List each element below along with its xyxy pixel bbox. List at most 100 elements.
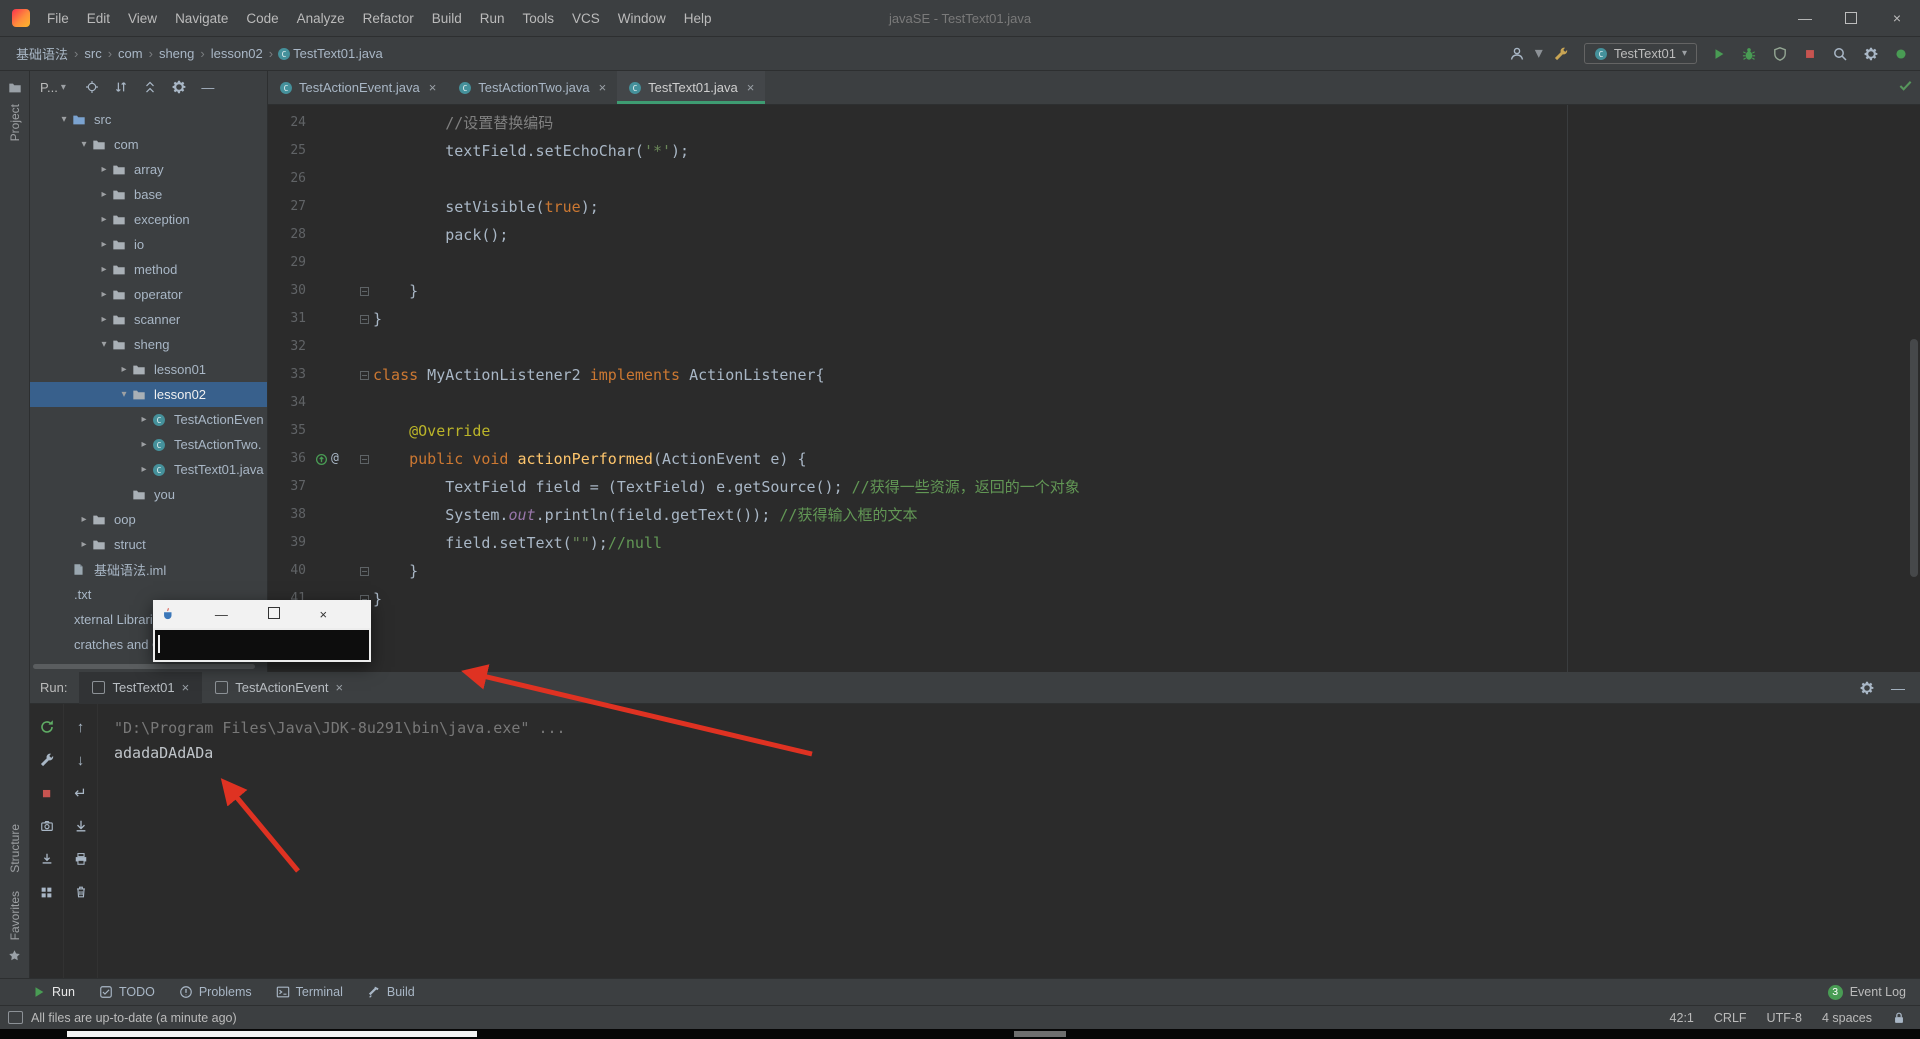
- toolwindow-tab-problems[interactable]: Problems: [179, 979, 252, 1005]
- awt-minimize-button[interactable]: —: [215, 607, 228, 622]
- tree-collapsed-icon[interactable]: ▸: [96, 289, 112, 300]
- minimize-button[interactable]: —: [1782, 0, 1828, 36]
- fold-marker-icon[interactable]: [359, 566, 369, 576]
- editor-tab-testactioneventjava[interactable]: C TestActionEvent.java ×: [268, 71, 447, 104]
- horizontal-scrollbar[interactable]: [33, 664, 255, 669]
- wrench-icon[interactable]: [1553, 46, 1569, 62]
- menu-item-help[interactable]: Help: [675, 11, 721, 26]
- breadcrumb-item-3[interactable]: sheng: [157, 46, 196, 61]
- editor[interactable]: 24 //设置替换编码 25 textField.setEchoChar('*')…: [268, 105, 1920, 672]
- tree-expanded-icon[interactable]: ▾: [56, 114, 72, 125]
- tree-collapsed-icon[interactable]: ▸: [136, 414, 152, 425]
- favorites-star-icon[interactable]: [8, 949, 21, 962]
- expand-collapse-icon[interactable]: [113, 79, 129, 95]
- search-everywhere-icon[interactable]: [1832, 46, 1848, 62]
- print-icon[interactable]: [70, 848, 92, 870]
- editor-line-34[interactable]: 34: [268, 389, 1920, 417]
- override-method-icon[interactable]: [315, 453, 328, 466]
- menu-item-code[interactable]: Code: [237, 11, 287, 26]
- tree-item-scanner[interactable]: ▸ scanner: [30, 307, 267, 332]
- breadcrumb-item-4[interactable]: lesson02: [209, 46, 265, 61]
- toolwindow-tab-todo[interactable]: TODO: [99, 979, 155, 1005]
- menu-item-window[interactable]: Window: [609, 11, 675, 26]
- menu-item-refactor[interactable]: Refactor: [354, 11, 423, 26]
- up-stacktrace-icon[interactable]: ↑: [70, 716, 92, 738]
- tree-item-struct[interactable]: ▸ struct: [30, 532, 267, 557]
- stop-icon[interactable]: ■: [36, 782, 58, 804]
- close-tab-icon[interactable]: ×: [747, 80, 755, 95]
- menu-item-vcs[interactable]: VCS: [563, 11, 609, 26]
- tree-item-oop[interactable]: ▸ oop: [30, 507, 267, 532]
- tree-item-exception[interactable]: ▸ exception: [30, 207, 267, 232]
- debug-button[interactable]: [1741, 46, 1757, 62]
- stop-button[interactable]: [1803, 47, 1817, 61]
- tree-item-you[interactable]: you: [30, 482, 267, 507]
- toolwindow-toggle-icon[interactable]: [8, 1011, 23, 1024]
- menu-item-analyze[interactable]: Analyze: [288, 11, 354, 26]
- editor-line-41[interactable]: 41}: [268, 585, 1920, 613]
- run-tab-testtext01[interactable]: TestText01 ×: [79, 671, 203, 704]
- fold-marker-icon[interactable]: [359, 286, 369, 296]
- breadcrumb-item-1[interactable]: src: [82, 46, 103, 61]
- tree-expanded-icon[interactable]: ▾: [76, 139, 92, 150]
- breadcrumb-item-5[interactable]: TestText01.java: [291, 46, 385, 61]
- editor-line-25[interactable]: 25 textField.setEchoChar('*');: [268, 137, 1920, 165]
- awt-frame[interactable]: — ×: [153, 600, 371, 662]
- menu-item-build[interactable]: Build: [423, 11, 471, 26]
- inspections-ok-icon[interactable]: [1898, 78, 1913, 93]
- run-configuration-select[interactable]: C TestText01 ▾: [1583, 43, 1697, 64]
- locate-icon[interactable]: [84, 79, 100, 95]
- tree-expanded-icon[interactable]: ▾: [96, 339, 112, 350]
- coverage-button[interactable]: [1772, 46, 1788, 62]
- tree-collapsed-icon[interactable]: ▸: [136, 464, 152, 475]
- close-tab-icon[interactable]: ×: [429, 80, 437, 95]
- breadcrumb-item-0[interactable]: 基础语法: [14, 44, 70, 63]
- tree-item-array[interactable]: ▸ array: [30, 157, 267, 182]
- soft-wrap-icon[interactable]: ↵: [70, 782, 92, 804]
- menu-item-edit[interactable]: Edit: [78, 11, 119, 26]
- awt-frame-titlebar[interactable]: — ×: [153, 600, 371, 628]
- awt-close-button[interactable]: ×: [320, 607, 328, 622]
- tree-collapsed-icon[interactable]: ▸: [96, 189, 112, 200]
- editor-line-27[interactable]: 27 setVisible(true);: [268, 193, 1920, 221]
- tree-item-method[interactable]: ▸ method: [30, 257, 267, 282]
- menu-item-tools[interactable]: Tools: [514, 11, 564, 26]
- menu-item-file[interactable]: File: [38, 11, 78, 26]
- hide-panel-icon[interactable]: —: [200, 79, 216, 95]
- stripe-favorites-tab[interactable]: Favorites: [8, 891, 22, 940]
- toolwindow-tab-run[interactable]: Run: [32, 979, 75, 1005]
- menu-item-run[interactable]: Run: [471, 11, 514, 26]
- editor-line-40[interactable]: 40 }: [268, 557, 1920, 585]
- settings-icon[interactable]: [1863, 46, 1879, 62]
- tree-collapsed-icon[interactable]: ▸: [136, 439, 152, 450]
- awt-maximize-button[interactable]: [267, 606, 280, 622]
- dump-threads-icon[interactable]: [36, 848, 58, 870]
- run-button[interactable]: [1712, 47, 1726, 61]
- tree-item-testactiontwo.[interactable]: ▸ C TestActionTwo.: [30, 432, 267, 457]
- build-wrench-icon[interactable]: [36, 749, 58, 771]
- tree-item-testtext01.java[interactable]: ▸ C TestText01.java: [30, 457, 267, 482]
- close-tab-icon[interactable]: ×: [335, 680, 343, 695]
- editor-line-31[interactable]: 31}: [268, 305, 1920, 333]
- fold-marker-icon[interactable]: [359, 370, 369, 380]
- clear-all-icon[interactable]: [70, 881, 92, 903]
- editor-line-30[interactable]: 30 }: [268, 277, 1920, 305]
- tree-collapsed-icon[interactable]: ▸: [96, 214, 112, 225]
- event-log-button[interactable]: 3 Event Log: [1827, 984, 1906, 1000]
- tree-item-operator[interactable]: ▸ operator: [30, 282, 267, 307]
- editor-line-35[interactable]: 35 @Override: [268, 417, 1920, 445]
- toolwindow-tab-build[interactable]: Build: [367, 979, 415, 1005]
- close-button[interactable]: ×: [1874, 0, 1920, 36]
- tree-collapsed-icon[interactable]: ▸: [76, 514, 92, 525]
- editor-line-38[interactable]: 38 System.out.println(field.getText()); …: [268, 501, 1920, 529]
- tree-item-base[interactable]: ▸ base: [30, 182, 267, 207]
- collapse-all-icon[interactable]: [142, 79, 158, 95]
- stripe-structure-tab[interactable]: Structure: [8, 824, 22, 873]
- editor-line-39[interactable]: 39 field.setText("");//null: [268, 529, 1920, 557]
- stripe-project-tab[interactable]: Project: [8, 104, 22, 141]
- tree-item-com[interactable]: ▾ com: [30, 132, 267, 157]
- menu-item-navigate[interactable]: Navigate: [166, 11, 237, 26]
- tree-collapsed-icon[interactable]: ▸: [96, 164, 112, 175]
- restore-layout-icon[interactable]: [36, 881, 58, 903]
- screenshot-icon[interactable]: [36, 815, 58, 837]
